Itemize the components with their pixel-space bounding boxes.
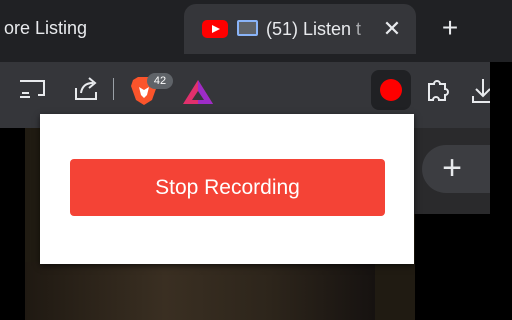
tab-active-title: (51) Listen t [266, 19, 362, 39]
toolbar-divider [113, 78, 114, 100]
recorder-popup: Stop Recording [40, 114, 414, 264]
video-thumbnail [25, 262, 375, 320]
tab-inactive-title[interactable]: ore Listing [4, 6, 87, 50]
puzzle-icon[interactable] [424, 76, 452, 104]
casting-icon [237, 20, 258, 36]
screen-recorder-button[interactable] [371, 70, 411, 110]
brave-shields-badge: 42 [147, 73, 173, 89]
youtube-icon [202, 20, 228, 38]
new-tab-button[interactable]: + [436, 10, 464, 46]
screen-cast-icon[interactable] [18, 74, 48, 104]
tab-close-button[interactable]: ✕ [380, 4, 404, 54]
stop-recording-button[interactable]: Stop Recording [70, 159, 385, 216]
share-icon[interactable] [71, 74, 101, 104]
download-icon[interactable] [470, 76, 490, 106]
plus-icon: + [442, 149, 462, 187]
brave-rewards-icon[interactable] [182, 78, 214, 106]
tab-strip: ore Listing (51) Listen t ✕ + [0, 0, 512, 62]
record-icon [380, 79, 402, 101]
add-button[interactable]: + [422, 145, 490, 193]
tab-active[interactable]: (51) Listen t ✕ [184, 4, 416, 54]
